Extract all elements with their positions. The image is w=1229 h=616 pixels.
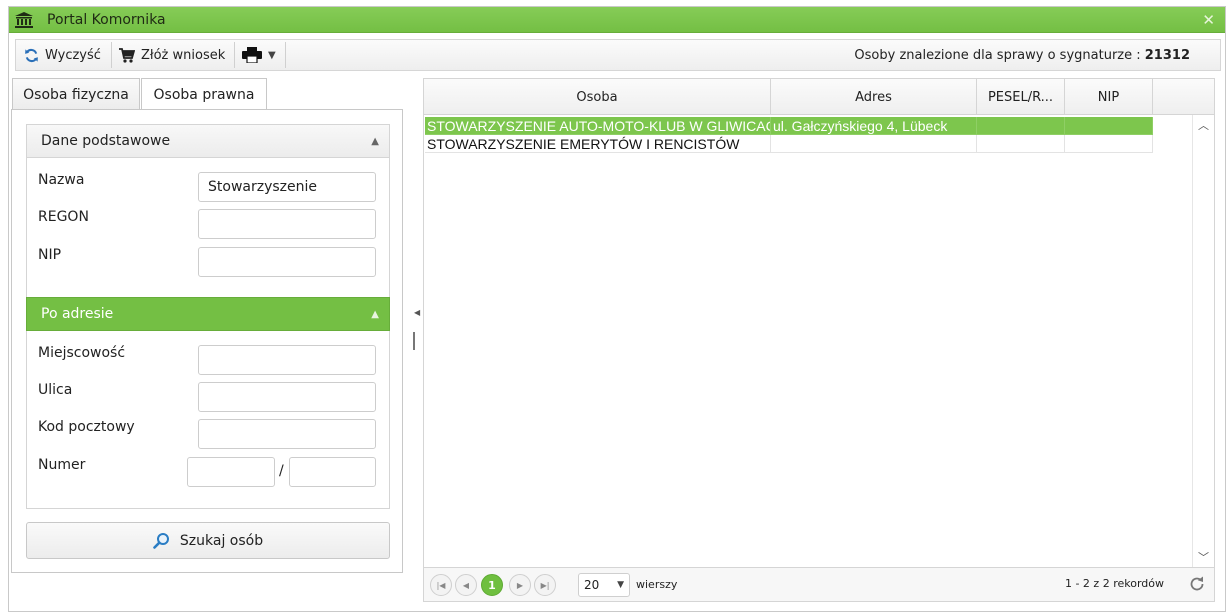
table-row[interactable]: STOWARZYSZENIE EMERYTÓW I RENCISTÓW — [425, 135, 1153, 153]
cell-nip — [1065, 135, 1153, 153]
clear-label: Wyczyść — [45, 47, 101, 63]
results-grid: Osoba Adres PESEL/R... NIP STOWARZYSZENI… — [423, 78, 1215, 602]
first-page-icon[interactable]: |◀ — [430, 574, 452, 596]
nip-input[interactable] — [198, 247, 376, 277]
collapse-up-icon: ▲ — [371, 136, 379, 147]
nip-label: NIP — [38, 247, 62, 263]
postal-code-label: Kod pocztowy — [38, 419, 135, 435]
number-separator: / — [279, 463, 284, 479]
submit-request-label: Złóż wniosek — [141, 47, 226, 63]
panel-splitter[interactable]: ◀ — [412, 76, 422, 610]
toolbar-divider — [111, 42, 112, 68]
vertical-scrollbar[interactable]: ︿ ﹀ — [1192, 115, 1214, 567]
tab-legal-person[interactable]: Osoba prawna — [141, 78, 267, 111]
toolbar-divider — [234, 42, 235, 68]
splitter-handle[interactable] — [413, 332, 415, 350]
pager: |◀ ◀ 1 ▶ ▶| 20 ▼ wierszy 1 - 2 z 2 rekor… — [424, 567, 1214, 601]
bank-icon — [15, 12, 33, 28]
search-persons-button[interactable]: Szukaj osób — [26, 522, 390, 559]
collapse-up-icon: ▲ — [371, 309, 379, 320]
basic-data-title: Dane podstawowe — [41, 133, 171, 149]
cart-icon — [119, 47, 135, 63]
chevron-down-icon: ▼ — [617, 580, 624, 590]
printer-icon — [242, 47, 262, 63]
scroll-down-icon[interactable]: ﹀ — [1198, 549, 1209, 565]
column-header-pesel[interactable]: PESEL/R... — [977, 79, 1065, 115]
scroll-up-icon[interactable]: ︿ — [1198, 117, 1209, 133]
print-menu-button[interactable]: ▼ — [236, 40, 282, 70]
column-header-person[interactable]: Osoba — [424, 79, 771, 115]
records-info: 1 - 2 z 2 rekordów — [1064, 577, 1164, 590]
refresh-icon — [25, 48, 38, 62]
next-page-icon[interactable]: ▶ — [509, 574, 531, 596]
page-size-value: 20 — [584, 578, 600, 592]
search-panel: Osoba fizyczna Osoba prawna Dane podstaw… — [10, 76, 407, 573]
regon-label: REGON — [38, 209, 89, 225]
submit-request-button[interactable]: Złóż wniosek — [113, 40, 231, 70]
cell-person: STOWARZYSZENIE EMERYTÓW I RENCISTÓW — [425, 135, 771, 153]
city-label: Miejscowość — [38, 345, 126, 361]
cell-address: ul. Gałczyńskiego 4, Lübeck — [771, 117, 977, 135]
grid-header: Osoba Adres PESEL/R... NIP — [424, 79, 1214, 115]
tab-natural-person[interactable]: Osoba fizyczna — [12, 78, 140, 110]
clear-button[interactable]: Wyczyść — [18, 40, 107, 70]
column-header-address[interactable]: Adres — [771, 79, 977, 115]
reload-icon[interactable] — [1188, 575, 1206, 593]
building-number-input[interactable] — [187, 457, 275, 487]
street-label: Ulica — [38, 382, 73, 398]
street-input[interactable] — [198, 382, 376, 412]
postal-code-input[interactable] — [198, 419, 376, 449]
address-section-title: Po adresie — [41, 306, 114, 322]
search-persons-label: Szukaj osób — [179, 532, 264, 549]
rows-label: wierszy — [636, 578, 678, 591]
page-number-button[interactable]: 1 — [481, 574, 503, 596]
page-size-select[interactable]: 20 ▼ — [578, 573, 630, 597]
address-section-header[interactable]: Po adresie ▲ — [26, 297, 390, 331]
chevron-down-icon: ▼ — [268, 49, 276, 61]
case-info-label: Osoby znalezione dla sprawy o sygnaturze… — [854, 48, 1141, 63]
cell-nip — [1065, 117, 1153, 135]
table-row[interactable]: STOWARZYSZENIE AUTO-MOTO-KLUB W GLIWICAC… — [425, 117, 1153, 135]
column-header-nip[interactable]: NIP — [1065, 79, 1153, 115]
search-icon — [153, 533, 169, 549]
regon-input[interactable] — [198, 209, 376, 239]
cell-pesel — [977, 117, 1065, 135]
case-number: 21312 — [1144, 48, 1190, 63]
name-input[interactable] — [198, 172, 376, 202]
cell-pesel — [977, 135, 1065, 153]
apartment-number-input[interactable] — [289, 457, 376, 487]
cell-address — [771, 135, 977, 153]
toolbar: Wyczyść Złóż wniosek ▼ Osoby znalezione … — [15, 39, 1221, 71]
tab-content: Dane podstawowe ▲ Nazwa REGON NIP Po adr… — [11, 109, 403, 573]
last-page-icon[interactable]: ▶| — [534, 574, 556, 596]
name-label: Nazwa — [38, 172, 85, 188]
cell-person: STOWARZYSZENIE AUTO-MOTO-KLUB W GLIWICAC… — [425, 117, 771, 135]
prev-page-icon[interactable]: ◀ — [455, 574, 477, 596]
city-input[interactable] — [198, 345, 376, 375]
close-icon[interactable]: ✕ — [1202, 11, 1215, 29]
basic-data-section-header[interactable]: Dane podstawowe ▲ — [26, 124, 390, 158]
toolbar-divider — [285, 42, 286, 68]
window-title: Portal Komornika — [47, 12, 166, 28]
number-label: Numer — [38, 457, 86, 473]
title-bar: Portal Komornika ✕ — [9, 7, 1225, 33]
collapse-left-icon[interactable]: ◀ — [414, 308, 420, 317]
case-info: Osoby znalezione dla sprawy o sygnaturze… — [854, 48, 1190, 63]
